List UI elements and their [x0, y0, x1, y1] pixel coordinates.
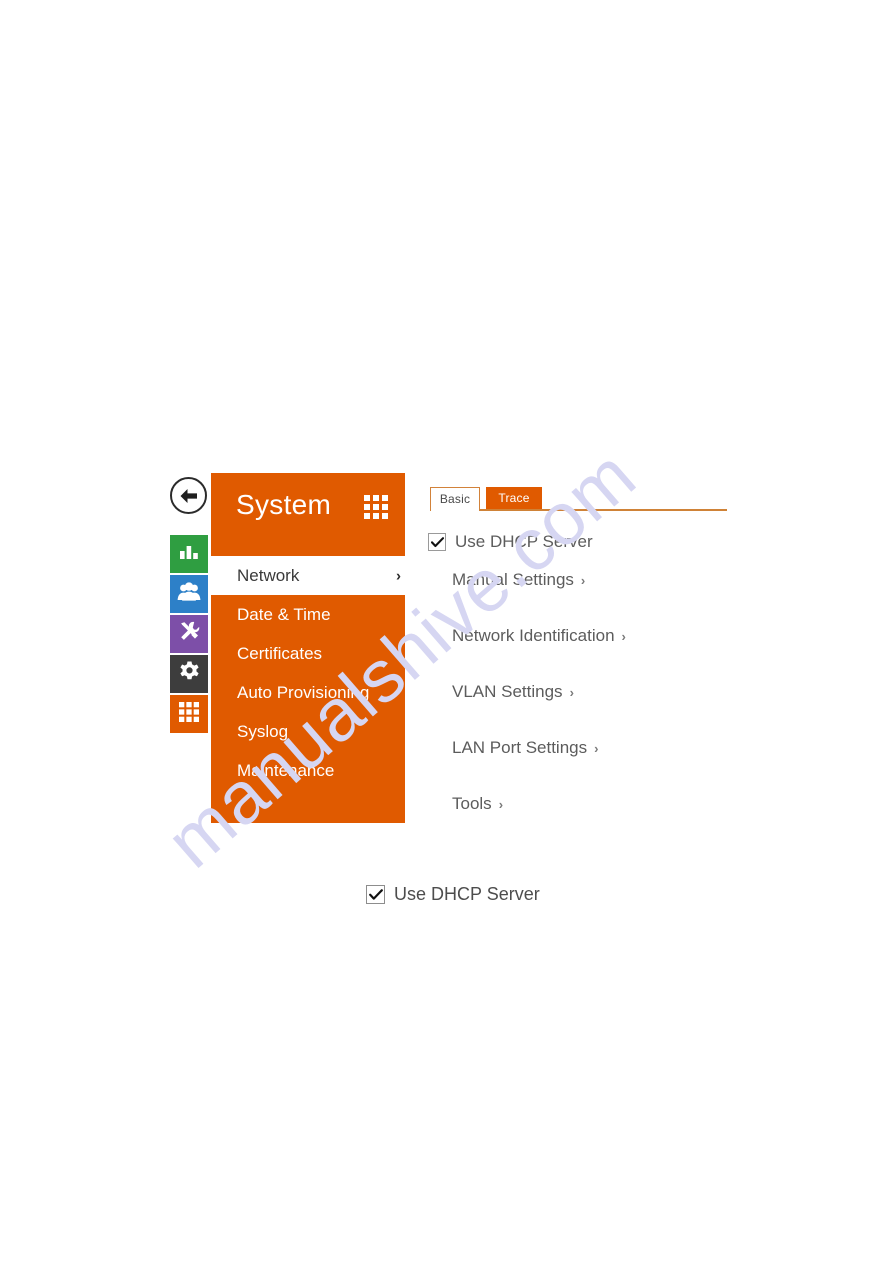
menu-item-label: Date & Time: [237, 604, 331, 624]
arrow-left-icon: [178, 487, 199, 505]
users-icon: [177, 581, 201, 607]
icon-rail: [170, 535, 208, 735]
link-label: Manual Settings: [452, 570, 574, 589]
tab-label: Basic: [439, 491, 471, 506]
chevron-right-icon: ›: [569, 684, 574, 700]
gear-icon: [178, 660, 201, 688]
menu-item-label: Certificates: [237, 643, 323, 663]
tab-trace[interactable]: Trace: [486, 487, 542, 509]
link-label: LAN Port Settings: [452, 738, 588, 757]
panel-grid-icon[interactable]: [364, 495, 388, 519]
chevron-right-icon: ›: [594, 740, 599, 756]
link-label: Tools: [452, 794, 492, 813]
standalone-dhcp-checkbox-row[interactable]: Use DHCP Server: [366, 884, 540, 905]
tab-basic[interactable]: Basic: [430, 487, 480, 509]
menu-item-label: Auto Provisioning: [237, 682, 370, 702]
link-label: Network Identification: [452, 626, 615, 645]
page-title: System: [236, 489, 332, 520]
menu-item-date-time[interactable]: Date & Time: [211, 595, 405, 634]
menu-item-syslog[interactable]: Syslog: [211, 712, 405, 751]
link-label: VLAN Settings: [452, 682, 563, 701]
lan-port-settings-link[interactable]: LAN Port Settings ›: [452, 738, 598, 758]
use-dhcp-server-label: Use DHCP Server: [455, 532, 593, 551]
sidebar-item-hardware[interactable]: [170, 615, 208, 653]
menu-item-network[interactable]: Network ›: [211, 556, 418, 595]
back-button[interactable]: [170, 477, 207, 514]
menu-item-label: Network: [237, 565, 300, 585]
menu-item-label: Maintenance: [237, 760, 335, 780]
network-identification-link[interactable]: Network Identification ›: [452, 626, 626, 646]
tab-active-notch: [431, 508, 479, 511]
device-web-ui: System Network › Date & Time Certificate…: [0, 0, 893, 1263]
tab-label: Trace: [498, 491, 530, 505]
chevron-right-icon: ›: [621, 628, 626, 644]
grid-icon: [178, 701, 200, 728]
standalone-dhcp-label: Use DHCP Server: [394, 884, 540, 904]
sidebar-item-system[interactable]: [170, 655, 208, 693]
chevron-right-icon: ›: [580, 572, 586, 588]
use-dhcp-server-checkbox[interactable]: [428, 533, 446, 551]
menu-item-certificates[interactable]: Certificates: [211, 634, 405, 673]
bar-chart-icon: [178, 542, 200, 567]
use-dhcp-server-row[interactable]: Use DHCP Server: [428, 532, 593, 552]
standalone-dhcp-checkbox[interactable]: [366, 885, 385, 904]
chevron-right-icon: ›: [396, 567, 401, 584]
menu-item-label: Syslog: [237, 721, 289, 741]
menu-item-maintenance[interactable]: Maintenance: [211, 751, 405, 790]
chevron-right-icon: ›: [498, 796, 504, 812]
sidebar-item-directory[interactable]: [170, 575, 208, 613]
sidebar-item-status[interactable]: [170, 535, 208, 573]
tools-link[interactable]: Tools ›: [452, 794, 503, 814]
menu-item-auto-provisioning[interactable]: Auto Provisioning: [211, 673, 405, 712]
content-pane: Basic Trace Use DHCP Server Manual Setti…: [428, 487, 728, 813]
system-menu-panel: System Network › Date & Time Certificate…: [211, 473, 418, 823]
vlan-settings-link[interactable]: VLAN Settings ›: [452, 682, 574, 702]
system-menu-list: Network › Date & Time Certificates Auto …: [211, 556, 418, 790]
tab-bar: Basic Trace: [428, 487, 728, 511]
tools-icon: [177, 620, 201, 649]
manual-settings-link[interactable]: Manual Settings ›: [452, 570, 585, 590]
sidebar-item-apps[interactable]: [170, 695, 208, 733]
